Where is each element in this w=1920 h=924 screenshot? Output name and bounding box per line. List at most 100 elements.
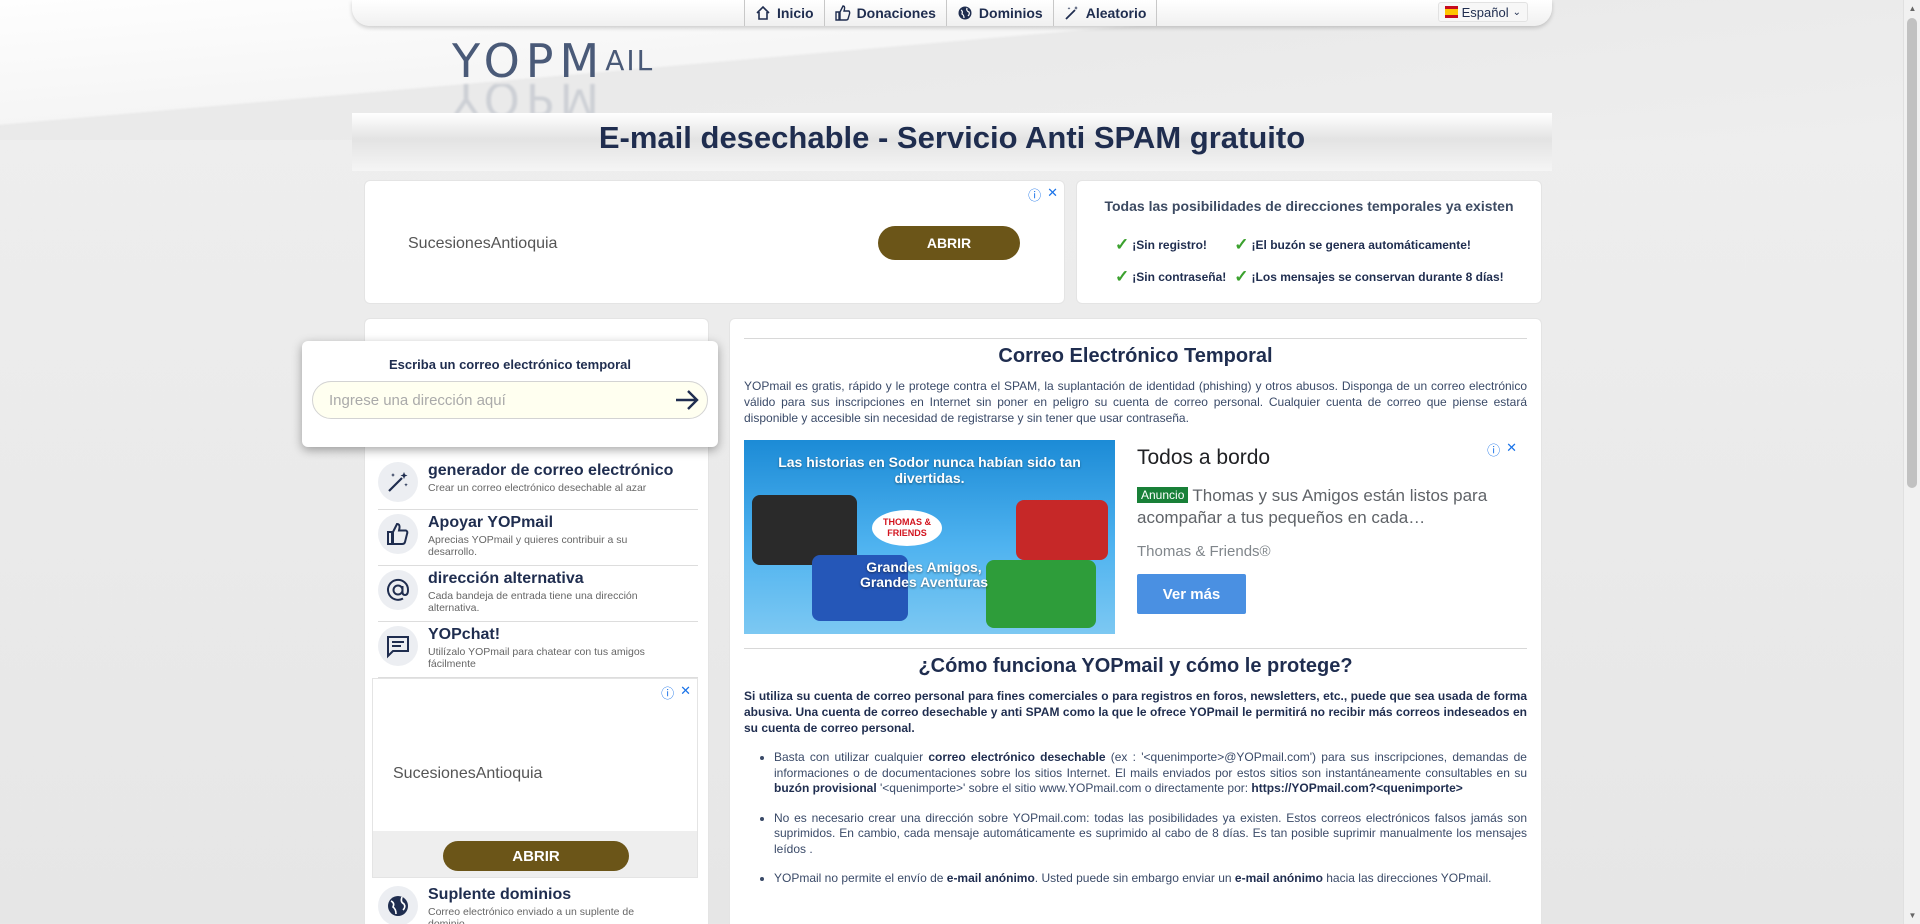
page-scrollbar[interactable]: ▲ ▼ [1903, 0, 1920, 924]
features-list: ✓ ¡Sin registro! ✓ ¡El buzón se genera aut… [1115, 235, 1504, 287]
ad-open-button[interactable]: ABRIR [878, 226, 1020, 260]
page-title: E-mail desechable - Servicio Anti SPAM g… [598, 120, 1306, 155]
train-graphic [1016, 500, 1108, 560]
text-span: hacia las direcciones YOPmail. [1322, 871, 1492, 885]
ad-controls: ⓘ ✕ [661, 683, 691, 702]
title-bar: E-mail desechable - Servicio Anti SPAM g… [352, 113, 1552, 171]
features-heading: Todas las posibilidades de direcciones t… [1104, 198, 1514, 214]
main-content: Correo Electrónico Temporal YOPmail es g… [744, 338, 1527, 901]
ad-close-icon[interactable]: ✕ [680, 683, 691, 702]
search-box: Escriba un correo electrónico temporal [302, 341, 718, 447]
ad-controls: ⓘ ✕ [1487, 440, 1517, 459]
at-sign-icon [378, 570, 418, 610]
menu-item-generator[interactable]: generador de correo electrónico Crear un … [378, 458, 698, 510]
ad-advertiser: Thomas & Friends® [1137, 543, 1271, 560]
chat-icon [378, 626, 418, 666]
ad-close-icon[interactable]: ✕ [1047, 185, 1058, 204]
ad-open-button[interactable]: ABRIR [443, 841, 629, 871]
spain-flag-icon [1445, 6, 1458, 18]
nav-aleatorio[interactable]: Aleatorio [1054, 0, 1158, 26]
ad-thomas-friends[interactable]: Las historias en Sodor nunca habían sido… [744, 440, 1527, 634]
menu-item-yopchat[interactable]: YOPchat! Utilízalo YOPmail para chatear c… [378, 622, 698, 678]
feature-item: ✓ ¡El buzón se genera automáticamente! [1234, 235, 1503, 255]
nav-dominios-label: Dominios [978, 5, 1043, 21]
ad-image-tagline: Grandes Amigos, Grandes Aventuras [859, 559, 989, 590]
lead-paragraph: Si utiliza su cuenta de correo personal … [744, 689, 1527, 735]
magic-wand-icon [1065, 6, 1078, 20]
scroll-down-icon[interactable]: ▼ [1904, 907, 1920, 924]
text-span: . Usted puede sin embargo enviar un [1034, 871, 1235, 885]
text-strong: buzón provisional [774, 781, 877, 795]
nav-aleatorio-label: Aleatorio [1085, 5, 1147, 21]
menu-item-title: generador de correo electrónico [428, 462, 674, 479]
nav-dominios[interactable]: Dominios [947, 0, 1054, 26]
ad-tag: Anuncio [1137, 487, 1189, 503]
email-search-input[interactable] [312, 381, 708, 419]
magic-wand-icon [378, 462, 418, 502]
menu-item-domain-substitute[interactable]: Suplente dominios Correo electrónico envi… [378, 886, 698, 924]
ad-info-icon[interactable]: ⓘ [1028, 185, 1041, 204]
ad-cta-button[interactable]: Ver más [1137, 574, 1246, 614]
logo-text: YOPMAIL [452, 38, 704, 84]
ad-close-icon[interactable]: ✕ [1506, 440, 1517, 459]
nav-inicio[interactable]: Inicio [745, 0, 825, 26]
divider [744, 648, 1527, 649]
ad-info-icon[interactable]: ⓘ [661, 683, 674, 702]
logo-small: AIL [605, 44, 655, 77]
check-icon: ✓ [1115, 235, 1130, 254]
feature-item: ✓ ¡Sin registro! [1115, 235, 1226, 255]
text-span: '<quenimporte>' sobre el sitio www.YOPma… [876, 781, 1252, 795]
menu-item-title: Suplente dominios [428, 886, 572, 903]
how-it-works-list: Basta con utilizar cualquier correo elec… [774, 750, 1527, 887]
section-heading: ¿Cómo funciona YOPmail y cómo le protege… [918, 655, 1353, 677]
ad-banner-left[interactable]: ⓘ ✕ SucesionesAntioquia ABRIR [372, 678, 698, 878]
feature-item: ✓ ¡Los mensajes se conservan durante 8 dí… [1234, 267, 1503, 287]
menu-item-subtitle: Correo electrónico enviado a un suplente… [428, 906, 635, 924]
menu-item-title: Apoyar YOPmail [428, 514, 554, 531]
thumbs-up-icon [834, 5, 850, 21]
ad-description-text: Thomas y sus Amigos están listos para ac… [1137, 486, 1488, 527]
menu-item-title: dirección alternativa [428, 570, 584, 587]
feature-item: ✓ ¡Sin contraseña! [1115, 267, 1226, 287]
yopmail-logo[interactable]: YOPMAIL YOPM [452, 38, 704, 122]
chevron-down-icon: ⌄ [1512, 6, 1521, 18]
feature-label: ¡Sin registro! [1132, 238, 1207, 252]
list-item: YOPmail no permite el envío de e-mail an… [774, 871, 1527, 887]
nav-donaciones[interactable]: Donaciones [825, 0, 947, 26]
ad-copy: ⓘ ✕ Todos a bordo Anuncio Thomas y sus Am… [1115, 440, 1527, 634]
globe-icon [378, 886, 418, 924]
nav-menu: Inicio Donaciones Dominios Aleatorio [744, 0, 1158, 26]
feature-label: ¡Sin contraseña! [1132, 270, 1227, 284]
features-panel: Todas las posibilidades de direcciones t… [1076, 180, 1542, 304]
text-strong: e-mail anónimo [946, 871, 1035, 885]
search-label: Escriba un correo electrónico temporal [388, 357, 632, 372]
language-select[interactable]: Español ⌄ [1438, 2, 1528, 22]
menu-item-support[interactable]: Apoyar YOPmail Aprecias YOPmail y quieres… [378, 510, 698, 566]
ad-headline[interactable]: Todos a bordo [1137, 446, 1527, 470]
ad-image-banner: Las historias en Sodor nunca habían sido… [778, 454, 1081, 486]
globe-icon [958, 6, 972, 20]
ad-image[interactable]: Las historias en Sodor nunca habían sido… [744, 440, 1115, 634]
top-navigation: Inicio Donaciones Dominios Aleatorio Esp… [352, 0, 1552, 26]
ad-image-badge: THOMAS & FRIENDS [872, 510, 942, 546]
nav-inicio-label: Inicio [777, 5, 814, 21]
text-strong: correo electrónico desechable [928, 750, 1106, 764]
list-item: No es necesario crear una dirección sobr… [774, 811, 1527, 858]
check-icon: ✓ [1115, 267, 1130, 286]
text-strong: https://YOPmail.com?<quenimporte> [1251, 781, 1463, 795]
section-heading: Correo Electrónico Temporal [998, 345, 1273, 367]
list-item: Basta con utilizar cualquier correo elec… [774, 750, 1527, 797]
ad-banner-top[interactable]: ⓘ ✕ SucesionesAntioquia ABRIR [364, 180, 1065, 304]
menu-item-subtitle: Aprecias YOPmail y quieres contribuir a … [428, 534, 628, 558]
ad-info-icon[interactable]: ⓘ [1487, 440, 1500, 459]
logo-main: YOPM [452, 34, 606, 88]
menu-item-alternate-address[interactable]: dirección alternativa Cada bandeja de ent… [378, 566, 698, 622]
home-icon [756, 5, 770, 20]
arrow-right-icon[interactable] [674, 389, 700, 411]
ad-advertiser: SucesionesAntioquia [393, 765, 543, 782]
scroll-up-icon[interactable]: ▲ [1904, 0, 1920, 17]
scroll-thumb[interactable] [1907, 18, 1917, 488]
logo-reflection: YOPM [452, 84, 606, 114]
menu-item-title: YOPchat! [428, 626, 501, 643]
nav-donaciones-label: Donaciones [856, 5, 936, 21]
